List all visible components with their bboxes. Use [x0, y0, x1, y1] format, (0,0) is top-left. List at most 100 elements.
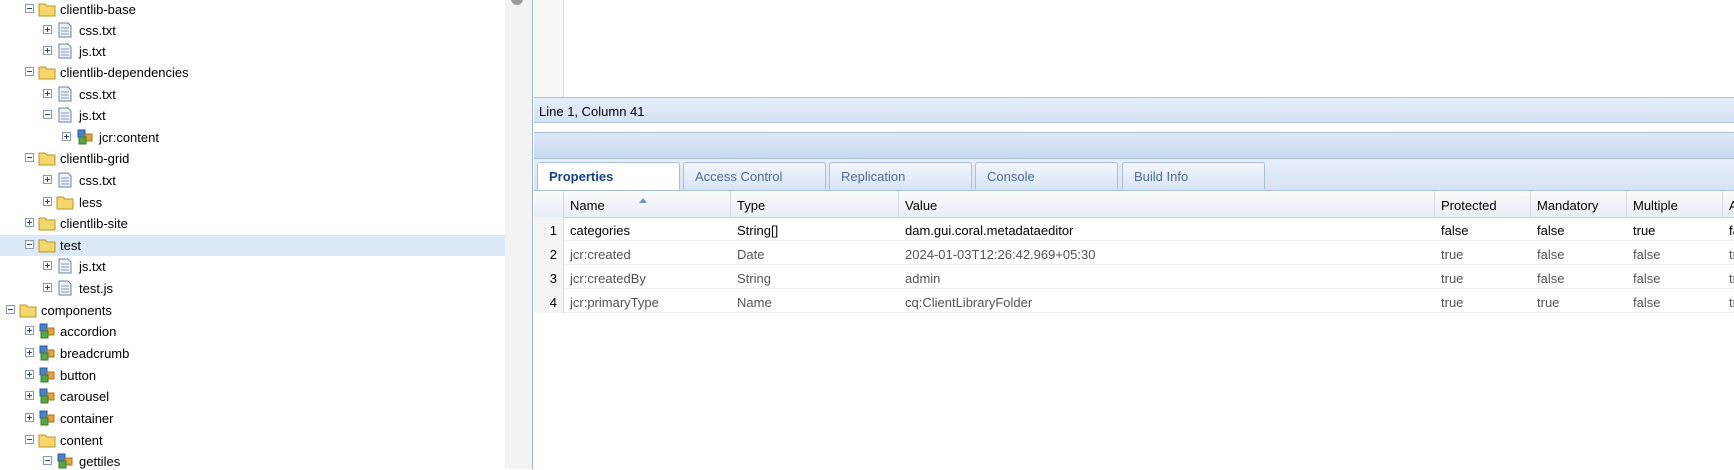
tab-properties[interactable]: Properties — [537, 162, 680, 190]
expand-icon[interactable] — [43, 25, 52, 34]
tree-row-test[interactable]: test — [0, 235, 505, 256]
component-icon — [39, 345, 55, 361]
expand-icon[interactable] — [25, 348, 34, 357]
tree-row-jcr-content[interactable]: jcr:content — [0, 127, 505, 148]
tree-row-content[interactable]: content — [0, 430, 505, 451]
cell-name: categories — [570, 223, 630, 238]
table-row[interactable]: 2 jcr:created Date 2024-01-03T12:26:42.9… — [534, 241, 1734, 265]
tree-item-label: breadcrumb — [60, 346, 130, 361]
cell-name: jcr:createdBy — [570, 271, 646, 286]
expand-icon[interactable] — [43, 46, 52, 55]
tree-row-accordion[interactable]: accordion — [0, 321, 505, 342]
collapse-icon[interactable] — [6, 305, 15, 314]
table-row[interactable]: 1 categories String[] dam.gui.coral.meta… — [534, 217, 1734, 241]
collapse-icon[interactable] — [43, 110, 52, 119]
tree-row-breadcrumb[interactable]: breadcrumb — [0, 343, 505, 364]
tree-item-label: jcr:content — [99, 130, 159, 145]
tree-item-label: js.txt — [79, 108, 106, 123]
cell-protected: true — [1441, 295, 1464, 310]
column-header-mandatory[interactable]: Mandatory — [1531, 191, 1627, 217]
tree-row-clientlib-site[interactable]: clientlib-site — [0, 213, 505, 234]
column-header-label: A — [1729, 198, 1734, 213]
tree-row-clientlib-grid[interactable]: clientlib-grid — [0, 148, 505, 169]
tab-build-info[interactable]: Build Info — [1122, 162, 1265, 189]
tree-row-less[interactable]: less — [0, 192, 505, 213]
tree-row-button[interactable]: button — [0, 365, 505, 386]
cell-auto-created: tr — [1729, 271, 1734, 286]
cursor-position: Line 1, Column 41 — [539, 104, 645, 119]
tree-row-js-txt[interactable]: js.txt — [0, 105, 505, 126]
collapse-icon[interactable] — [25, 435, 34, 444]
column-header-name[interactable]: Name — [564, 191, 731, 217]
column-header-type[interactable]: Type — [731, 191, 899, 217]
column-header-auto-created[interactable]: A — [1723, 191, 1734, 217]
cell-auto-created: tr — [1729, 295, 1734, 310]
tab-access-control[interactable]: Access Control — [683, 162, 826, 189]
folder-icon — [19, 304, 37, 318]
tree-item-label: button — [60, 368, 97, 383]
tree-row-gettiles[interactable]: gettiles — [0, 451, 505, 469]
tab-label: Build Info — [1134, 169, 1189, 184]
tree-row-clientlib-base[interactable]: clientlib-base — [0, 0, 505, 20]
file-icon — [58, 22, 72, 38]
collapse-icon[interactable] — [25, 240, 34, 249]
tree-row-components[interactable]: components — [0, 300, 505, 321]
expand-icon[interactable] — [62, 132, 71, 141]
expand-icon[interactable] — [25, 413, 34, 422]
expand-icon[interactable] — [25, 326, 34, 335]
folder-icon — [38, 152, 56, 166]
tab-console[interactable]: Console — [975, 162, 1118, 189]
tree-row-container[interactable]: container — [0, 408, 505, 429]
expand-icon[interactable] — [43, 89, 52, 98]
column-header-label: Protected — [1441, 198, 1497, 213]
panel-splitter[interactable] — [505, 0, 533, 469]
collapse-icon[interactable] — [25, 153, 34, 162]
collapse-icon[interactable] — [43, 456, 52, 465]
table-row[interactable]: 4 jcr:primaryType Name cq:ClientLibraryF… — [534, 289, 1734, 313]
column-header-protected[interactable]: Protected — [1435, 191, 1531, 217]
tree-item-label: js.txt — [79, 259, 106, 274]
tree-item-label: clientlib-site — [60, 216, 128, 231]
cell-name: jcr:primaryType — [570, 295, 659, 310]
expand-icon[interactable] — [25, 218, 34, 227]
tree-row-clientlib-dependencies[interactable]: clientlib-dependencies — [0, 62, 505, 83]
expand-icon[interactable] — [43, 283, 52, 292]
cell-mandatory: false — [1537, 247, 1565, 262]
tree-row-js-txt[interactable]: js.txt — [0, 41, 505, 62]
cell-protected: true — [1441, 247, 1464, 262]
editor-gutter — [534, 0, 564, 97]
cell-multiple: false — [1633, 271, 1661, 286]
row-number-label: 3 — [549, 271, 557, 286]
file-icon — [58, 258, 72, 274]
tree-item-label: js.txt — [79, 44, 106, 59]
table-row[interactable]: 3 jcr:createdBy String admin true false … — [534, 265, 1734, 289]
tree-row-test-js[interactable]: test.js — [0, 278, 505, 299]
tree-row-carousel[interactable]: carousel — [0, 386, 505, 407]
tree-row-css-txt[interactable]: css.txt — [0, 84, 505, 105]
tree-row-css-txt[interactable]: css.txt — [0, 20, 505, 41]
tree-item-label: css.txt — [79, 23, 116, 38]
expand-icon[interactable] — [25, 370, 34, 379]
expand-icon[interactable] — [43, 175, 52, 184]
expand-icon[interactable] — [25, 391, 34, 400]
code-editor[interactable] — [534, 0, 1734, 97]
tree-row-js-txt[interactable]: js.txt — [0, 256, 505, 277]
cell-mandatory: true — [1537, 295, 1560, 310]
sort-ascending-icon — [639, 198, 647, 203]
cell-mandatory: false — [1537, 271, 1565, 286]
expand-icon[interactable] — [43, 261, 52, 270]
collapse-icon[interactable] — [25, 67, 34, 76]
expand-icon[interactable] — [43, 197, 52, 206]
node-icon — [77, 129, 93, 145]
column-header-multiple[interactable]: Multiple — [1627, 191, 1723, 217]
tab-replication[interactable]: Replication — [829, 162, 972, 189]
tab-label: Properties — [549, 169, 614, 184]
column-header-label: Type — [737, 198, 766, 213]
row-number: 3 — [534, 265, 564, 289]
collapse-icon[interactable] — [25, 4, 34, 13]
cell-protected: false — [1441, 223, 1469, 238]
properties-toolbar — [534, 132, 1734, 159]
column-header-value[interactable]: Value — [899, 191, 1435, 217]
spacer — [534, 123, 1734, 132]
tree-row-css-txt[interactable]: css.txt — [0, 170, 505, 191]
